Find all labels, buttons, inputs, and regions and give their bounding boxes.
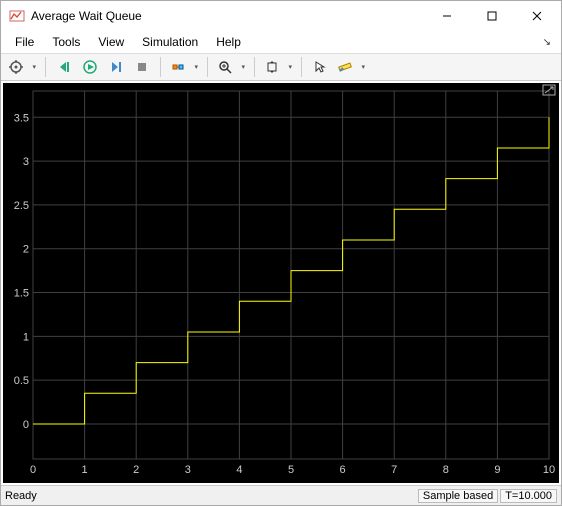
- menu-help[interactable]: Help: [208, 33, 249, 51]
- scope-plot[interactable]: 0 1 2 3 4 5 6 7 8 9 10 0 0.5 1 1.5 2 2.5 3 3.5: [3, 83, 559, 483]
- run-button[interactable]: [78, 55, 102, 79]
- svg-text:4: 4: [236, 464, 242, 476]
- stop-button[interactable]: [130, 55, 154, 79]
- autoscale-button[interactable]: [261, 55, 295, 79]
- step-fwd-button[interactable]: [104, 55, 128, 79]
- plot-canvas: 0 1 2 3 4 5 6 7 8 9 10 0 0.5 1 1.5 2 2.5 3 3.5: [3, 83, 559, 483]
- dock-icon[interactable]: ↘: [543, 37, 555, 48]
- menubar: File Tools View Simulation Help ↘: [1, 31, 561, 53]
- svg-text:2: 2: [23, 244, 29, 256]
- svg-text:1: 1: [82, 464, 88, 476]
- separator: [254, 57, 255, 77]
- svg-text:7: 7: [391, 464, 397, 476]
- svg-text:8: 8: [443, 464, 449, 476]
- minimize-button[interactable]: [424, 1, 469, 31]
- cursor-button[interactable]: [308, 55, 332, 79]
- maximize-button[interactable]: [469, 1, 514, 31]
- step-back-button[interactable]: [52, 55, 76, 79]
- svg-text:3: 3: [185, 464, 191, 476]
- separator: [45, 57, 46, 77]
- status-time: T=10.000: [500, 489, 557, 503]
- svg-text:9: 9: [494, 464, 500, 476]
- app-window: Average Wait Queue File Tools View Simul…: [0, 0, 562, 506]
- svg-text:10: 10: [543, 464, 555, 476]
- svg-text:2: 2: [133, 464, 139, 476]
- config-button[interactable]: [5, 55, 39, 79]
- close-button[interactable]: [514, 1, 559, 31]
- highlight-button[interactable]: [167, 55, 201, 79]
- separator: [160, 57, 161, 77]
- statusbar: Ready Sample based T=10.000: [1, 485, 561, 505]
- menu-file[interactable]: File: [7, 33, 42, 51]
- separator: [301, 57, 302, 77]
- measure-button[interactable]: [334, 55, 368, 79]
- svg-text:2.5: 2.5: [14, 200, 29, 212]
- status-ready: Ready: [5, 490, 416, 502]
- menu-simulation[interactable]: Simulation: [134, 33, 206, 51]
- svg-text:6: 6: [340, 464, 346, 476]
- svg-text:0: 0: [23, 419, 29, 431]
- window-title: Average Wait Queue: [31, 9, 424, 23]
- app-icon: [9, 8, 25, 24]
- separator: [207, 57, 208, 77]
- toolbar: [1, 53, 561, 81]
- titlebar: Average Wait Queue: [1, 1, 561, 31]
- zoom-button[interactable]: [214, 55, 248, 79]
- menu-tools[interactable]: Tools: [44, 33, 88, 51]
- svg-text:3: 3: [23, 156, 29, 168]
- svg-text:1.5: 1.5: [14, 288, 29, 300]
- svg-text:0: 0: [30, 464, 36, 476]
- svg-text:5: 5: [288, 464, 294, 476]
- menu-view[interactable]: View: [90, 33, 132, 51]
- svg-text:0.5: 0.5: [14, 375, 29, 387]
- status-mode: Sample based: [418, 489, 498, 503]
- svg-text:1: 1: [23, 331, 29, 343]
- svg-text:3.5: 3.5: [14, 112, 29, 124]
